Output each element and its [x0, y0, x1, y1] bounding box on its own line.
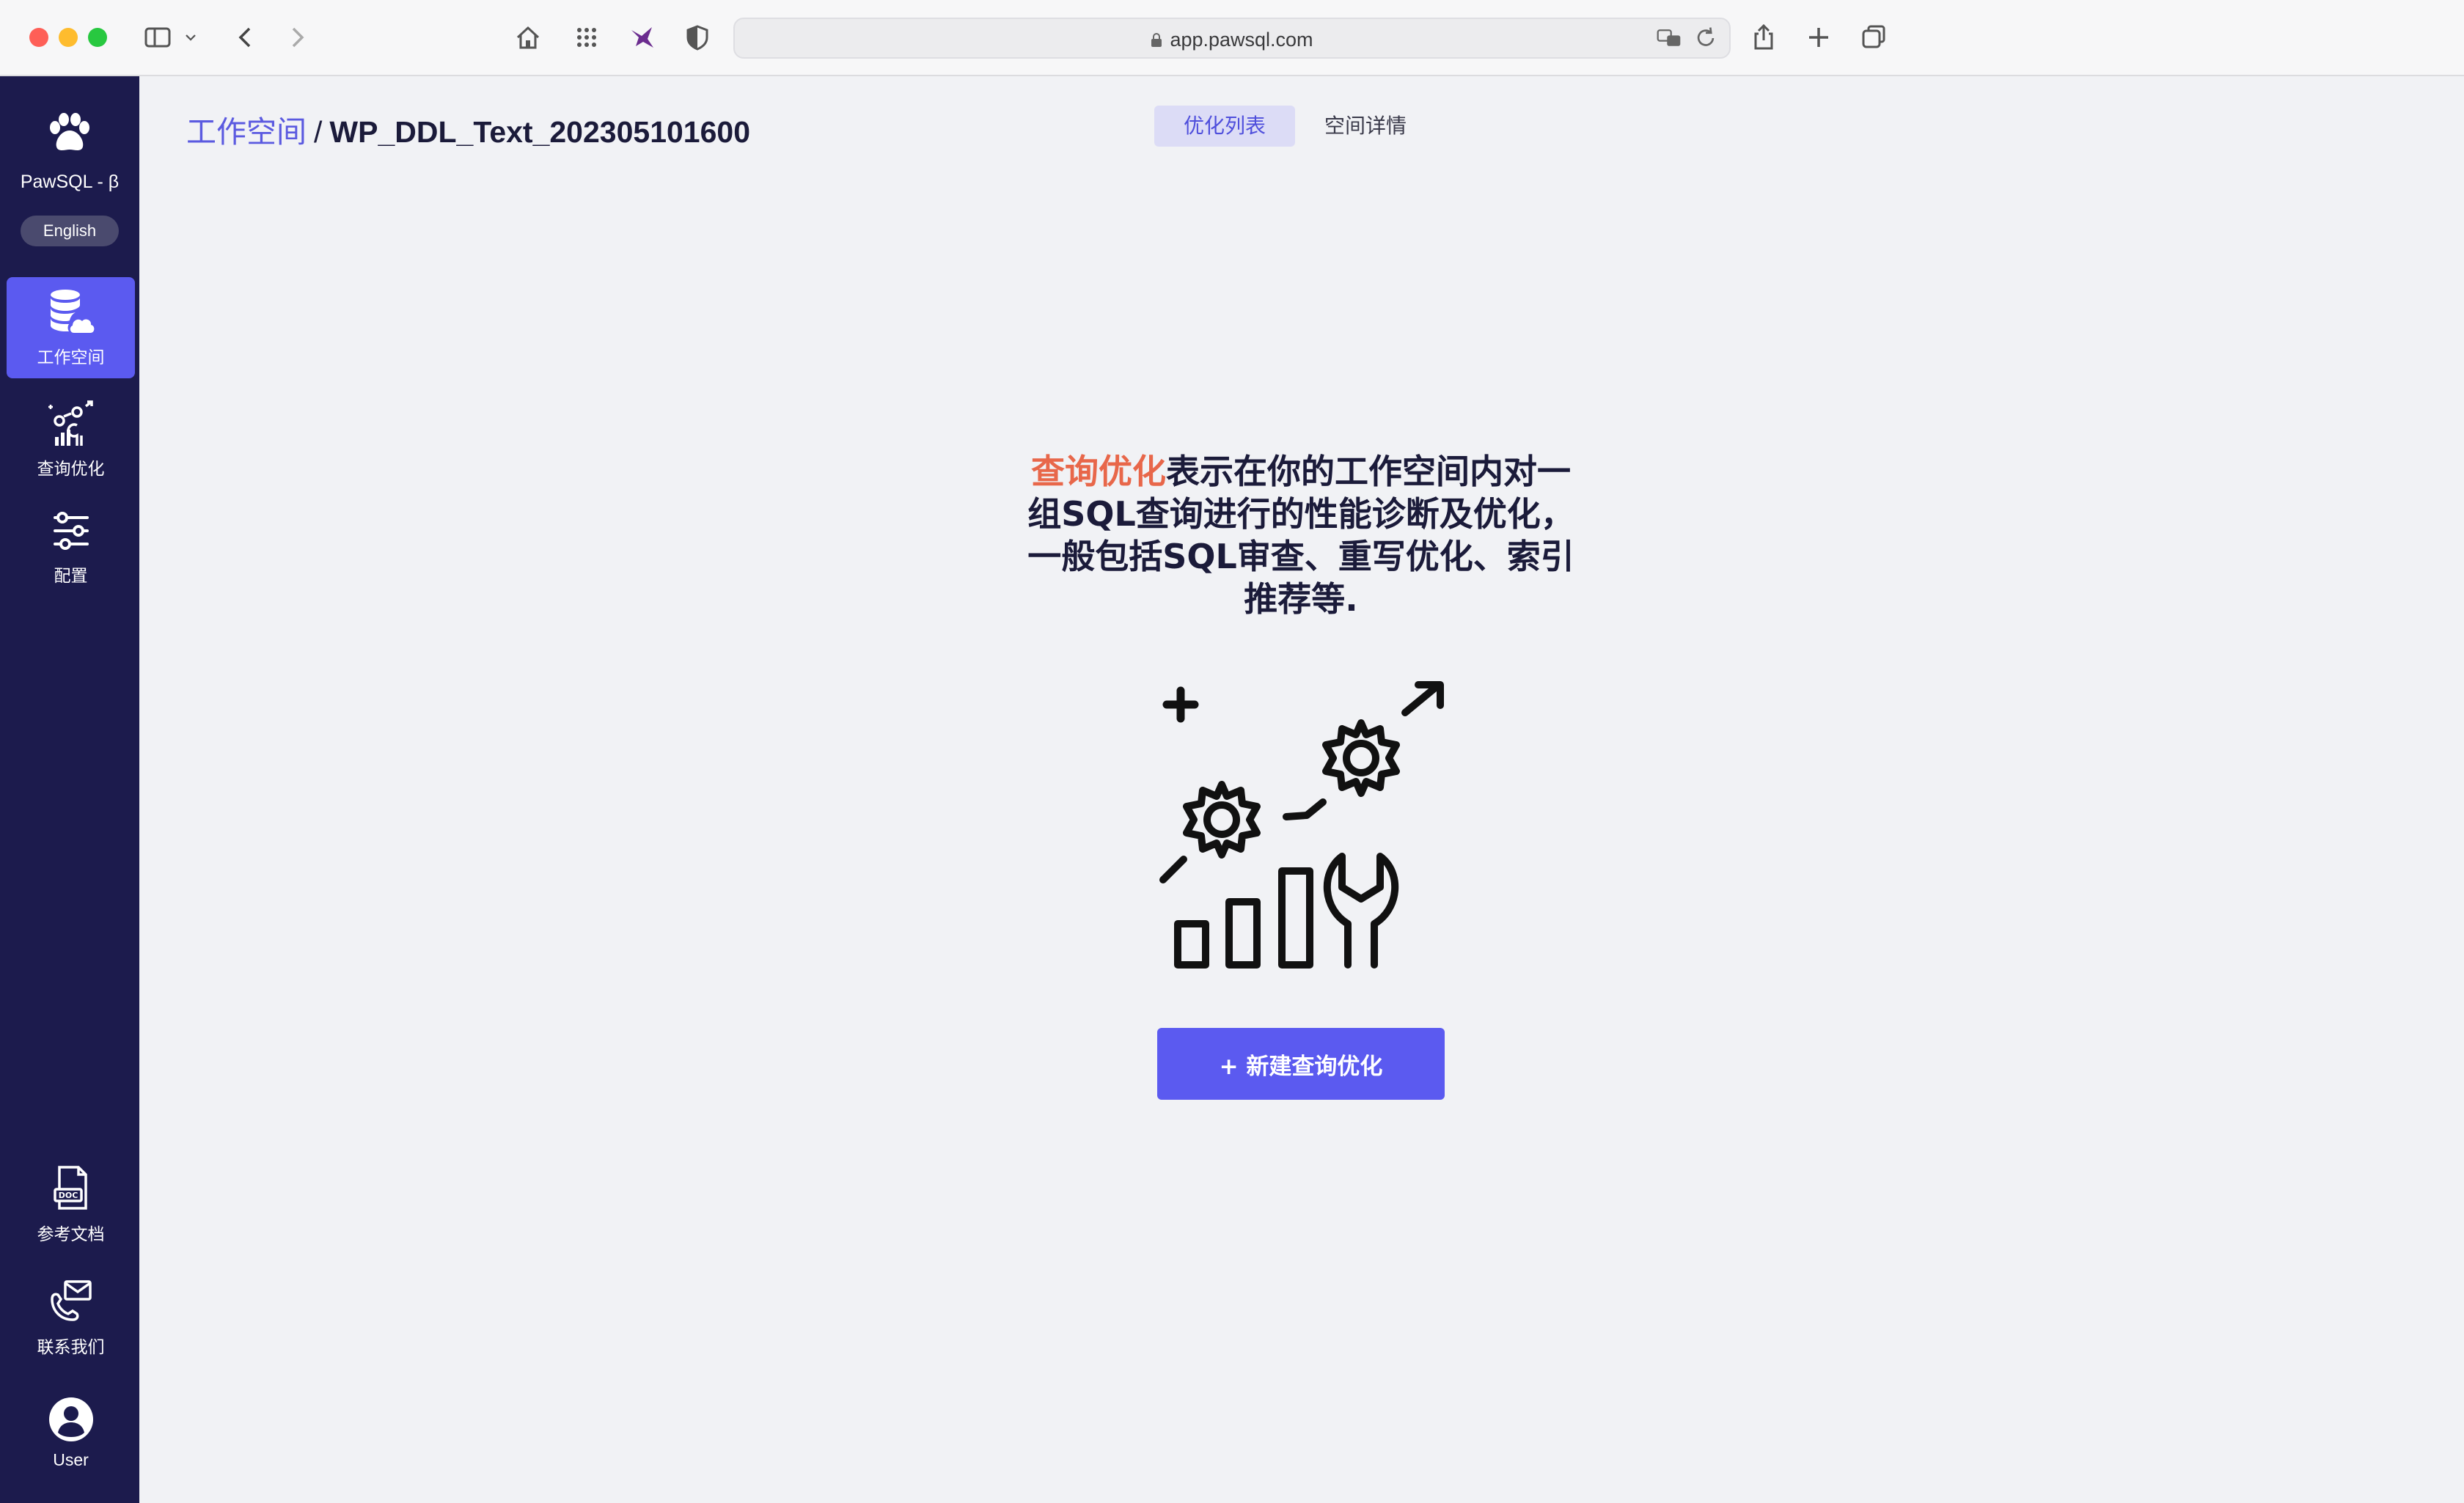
- browser-toolbar: app.pawsql.com: [0, 0, 2464, 76]
- sidebar-item-contact[interactable]: 联系我们: [7, 1267, 135, 1368]
- new-query-optimization-button[interactable]: + 新建查询优化: [1157, 1028, 1445, 1100]
- forward-arrow-icon[interactable]: [279, 19, 315, 56]
- zoom-window-button[interactable]: [88, 28, 107, 47]
- home-icon[interactable]: [510, 19, 546, 56]
- new-tab-plus-icon[interactable]: [1800, 19, 1837, 56]
- sidebar-item-label: User: [53, 1449, 89, 1469]
- workspace-tabs: 优化列表 空间详情: [1154, 106, 1436, 147]
- sidebar-item-settings[interactable]: 配置: [7, 499, 135, 594]
- contact-phone-icon: [50, 1280, 92, 1321]
- optimization-illustration-icon: [1159, 681, 1444, 969]
- sidebar-item-user[interactable]: User: [7, 1381, 135, 1482]
- paw-logo-icon: [50, 113, 89, 150]
- grid-apps-icon[interactable]: [568, 19, 605, 56]
- breadcrumb-separator: /: [314, 115, 323, 149]
- tab-overview-icon[interactable]: [1855, 19, 1892, 56]
- doc-file-icon: DOC: [53, 1166, 87, 1210]
- user-avatar-icon: [48, 1397, 93, 1441]
- empty-state-description: 查询优化表示在你的工作空间内对一组SQL查询进行的性能诊断及优化，一般包括SQL…: [1015, 450, 1587, 620]
- url-text: app.pawsql.com: [1170, 29, 1313, 51]
- shield-icon[interactable]: [679, 19, 716, 56]
- tab-optimization-list[interactable]: 优化列表: [1154, 106, 1296, 147]
- database-cloud-icon: [50, 290, 94, 333]
- sidebar-item-query-optimization[interactable]: 查询优化: [7, 389, 135, 490]
- sidebar-item-label: 查询优化: [37, 459, 105, 478]
- bird-extension-icon[interactable]: [625, 19, 661, 56]
- share-icon[interactable]: [1745, 19, 1782, 56]
- language-toggle-button[interactable]: English: [21, 216, 119, 246]
- sidebar-item-docs[interactable]: DOC 参考文档: [7, 1154, 135, 1255]
- address-bar[interactable]: app.pawsql.com: [733, 18, 1731, 59]
- sidebar-item-label: 联系我们: [37, 1337, 105, 1356]
- svg-text:DOC: DOC: [58, 1191, 78, 1200]
- breadcrumb-workspace-link[interactable]: 工作空间: [186, 115, 307, 149]
- sidebar-item-label: 参考文档: [37, 1224, 105, 1243]
- reload-icon[interactable]: [1693, 25, 1719, 51]
- optimize-gears-icon: [48, 400, 93, 446]
- breadcrumb-current-workspace: WP_DDL_Text_202305101600: [329, 115, 751, 149]
- sidebar: PawSQL - β English 工作空间 查询优化 配置 DOC 参考文档…: [0, 76, 139, 1503]
- sidebar-item-label: 配置: [54, 566, 88, 585]
- breadcrumb: 工作空间 / WP_DDL_Text_202305101600: [186, 107, 750, 151]
- sidebar-item-workspace[interactable]: 工作空间: [7, 277, 135, 378]
- highlight-term: 查询优化: [1031, 452, 1166, 491]
- sliders-icon: [53, 512, 89, 550]
- sidebar-toggle-icon[interactable]: [139, 19, 176, 56]
- close-window-button[interactable]: [29, 28, 48, 47]
- brand-name: PawSQL - β: [20, 172, 120, 192]
- lock-icon: [1151, 33, 1162, 47]
- sidebar-item-label: 工作空间: [37, 348, 105, 367]
- minimize-window-button[interactable]: [59, 28, 78, 47]
- translate-icon[interactable]: [1656, 25, 1682, 51]
- chevron-down-icon[interactable]: [180, 19, 202, 56]
- back-arrow-icon[interactable]: [227, 19, 264, 56]
- tab-workspace-details[interactable]: 空间详情: [1295, 106, 1436, 147]
